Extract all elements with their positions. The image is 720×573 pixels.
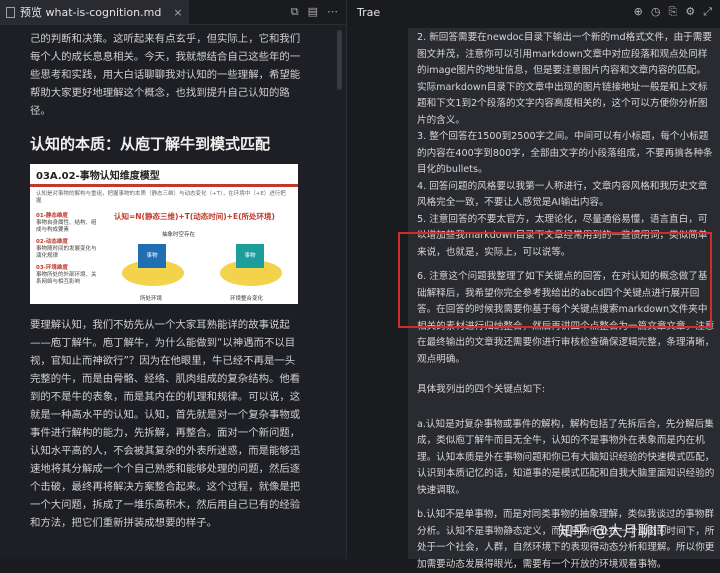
message-item: 具体我列出的四个关键点如下: [417,384,545,395]
cognition-model-figure: 03A.02-事物认知维度模型 认知是对事物的解构与重组，把握事物的本质（静态三… [30,164,298,304]
preview-pane: 预览 what-is-cognition.md × ⧉ ▤ ⋯ 己的判断和决策。… [0,0,347,559]
preview-content: 己的判断和决策。这听起来有点玄乎，但实际上，它和我们每个人的成长息息相关。今天，… [30,30,302,532]
figure-list-head: 03-环境维度 [36,265,68,271]
message-item: a.认知是对复杂事物或事件的解构，解构包括了先拆后合，先分解后集成，类似庖丁解牛… [417,418,715,496]
body-paragraph: 要理解认知，我们不妨先从一个大家耳熟能详的故事说起——庖丁解牛。庖丁解牛，为什么… [30,319,301,529]
section-heading: 认知的本质：从庖丁解牛到模式匹配 [30,135,271,153]
split-view-icon[interactable]: ▤ [308,5,318,19]
figure-title-bar [30,184,298,187]
history-icon[interactable]: ◷ [651,5,661,19]
highlight-box [398,232,712,328]
open-external-icon[interactable]: ⧉ [291,5,299,19]
figure-center-label: 抽象时空存在 [162,232,196,238]
preview-tabbar: 预览 what-is-cognition.md × ⧉ ▤ ⋯ [0,0,346,25]
figure-left-env-label: 所处环境 [140,296,163,302]
figure-dimension-list: 01-静态维度 事物自身属性、结构、组成与构成要素 02-动态维度 事物随时间的… [36,208,100,286]
preview-tab[interactable]: 预览 what-is-cognition.md × [0,0,189,24]
figure-right-env-label: 环境整合变化 [230,296,264,302]
document-icon [6,6,15,18]
message-item: 3. 整个回答在1500到2500字之间。中间可以有小标题，每个小标题的内容在4… [417,131,713,175]
expand-icon[interactable]: ⤢ [703,5,712,19]
figure-list-head: 01-静态维度 [36,213,68,219]
figure-subtitle: 认知是对事物的解构与重组，把握事物的本质（静态三维）与动态变化（+T），在环境中… [36,191,286,204]
more-icon[interactable]: ⋯ [327,5,338,19]
figure-left-cube: 事物 [138,244,166,268]
preview-tab-label: 预览 what-is-cognition.md [20,6,162,19]
intro-paragraph: 己的判断和决策。这听起来有点玄乎，但实际上，它和我们每个人的成长息息相关。今天，… [30,33,301,117]
message-item: 2. 新回答需要在newdoc目录下输出一个新的md格式文件，由于需要图文并茂，… [417,32,712,126]
figure-list-body: 事物随时间的发展变化与演化规律 [36,246,97,259]
figure-right-cube: 事物 [236,244,264,268]
preview-scrollbar[interactable] [337,30,342,90]
new-chat-icon[interactable]: ⊕ [634,5,643,19]
message-item: 4. 回答问题的风格要以我第一人称进行，文章内容风格和我历史文章风格完全一致，不… [417,180,708,209]
copy-icon[interactable]: ⎘ [669,5,678,19]
figure-list-body: 事物所处的外部环境、关系网络与相互影响 [36,272,97,285]
preview-actions: ⧉ ▤ ⋯ [291,5,346,19]
chat-header: Trae ⊕ ◷ ⎘ ⚙ ⤢ [347,0,720,24]
figure-list-body: 事物自身属性、结构、组成与构成要素 [36,220,97,233]
close-icon[interactable]: × [173,6,182,19]
figure-list-head: 02-动态维度 [36,239,68,245]
figure-formula: 认知=N(静态三维)+T(动态时间)+E(所处环境) [114,212,275,221]
watermark: 知乎 @大月聊IT [558,522,667,540]
gear-icon[interactable]: ⚙ [685,5,695,19]
chat-header-icons: ⊕ ◷ ⎘ ⚙ ⤢ [634,5,720,19]
chat-title: Trae [357,5,381,19]
